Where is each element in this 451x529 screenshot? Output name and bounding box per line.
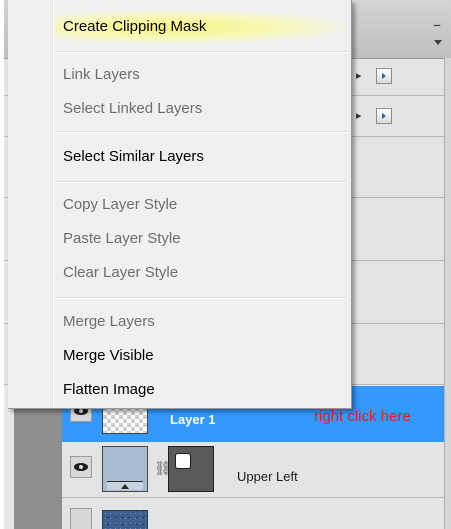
menu-item-select-similar-layers[interactable]: Select Similar Layers <box>55 140 347 174</box>
fill-arrow-icon[interactable] <box>376 108 392 124</box>
layer-thumbnail <box>102 446 148 492</box>
menu-separator <box>55 131 347 133</box>
layer-row-partial[interactable] <box>62 498 444 529</box>
panel-menu-arrow-icon[interactable] <box>434 40 442 45</box>
eye-icon <box>74 463 88 471</box>
menu-separator <box>55 181 347 183</box>
layer-thumbnail <box>102 510 148 529</box>
menu-item-merge-visible[interactable]: Merge Visible <box>55 339 347 373</box>
menu-item-create-clipping-mask[interactable]: Create Clipping Mask <box>55 10 347 44</box>
layer-name: Upper Left <box>237 469 298 484</box>
menu-item-copy-layer-style: Copy Layer Style <box>63 196 178 213</box>
menu-item-paste-layer-style: Paste Layer Style <box>63 230 181 247</box>
chain-link-icon[interactable]: ⛓ <box>154 459 172 479</box>
annotation-text: right click here <box>314 408 411 425</box>
layer-context-menu: Create Clipping Mask Link Layers Select … <box>8 0 352 409</box>
blend-mode-dropdown-stub[interactable]: ▸ <box>356 68 370 84</box>
minimize-icon[interactable]: – <box>426 17 448 33</box>
visibility-toggle[interactable] <box>70 456 92 478</box>
layer-row-upper-left[interactable]: ⛓ Upper Left <box>62 442 444 498</box>
menu-item-select-linked-layers: Select Linked Layers <box>63 100 203 117</box>
screenshot-stage: – ▸ ▸ Layer 1 right click here ⛓ Upper L… <box>0 0 451 529</box>
menu-separator <box>55 51 347 53</box>
menu-separator <box>55 297 347 299</box>
layer-mask-thumbnail[interactable] <box>168 446 214 492</box>
fill-dropdown-stub[interactable]: ▸ <box>356 108 370 124</box>
menu-icon-gutter <box>8 0 53 408</box>
visibility-toggle[interactable] <box>70 508 92 529</box>
menu-item-flatten-image[interactable]: Flatten Image <box>55 373 347 407</box>
menu-item-link-layers: Link Layers <box>63 66 140 83</box>
panel-left-gutter <box>14 395 63 529</box>
menu-item-clear-layer-style: Clear Layer Style <box>63 264 179 281</box>
opacity-arrow-icon[interactable] <box>376 68 392 84</box>
panel-scrollbar[interactable] <box>444 58 451 529</box>
menu-item-merge-layers: Merge Layers <box>63 313 155 330</box>
layer-name: Layer 1 <box>170 412 216 427</box>
